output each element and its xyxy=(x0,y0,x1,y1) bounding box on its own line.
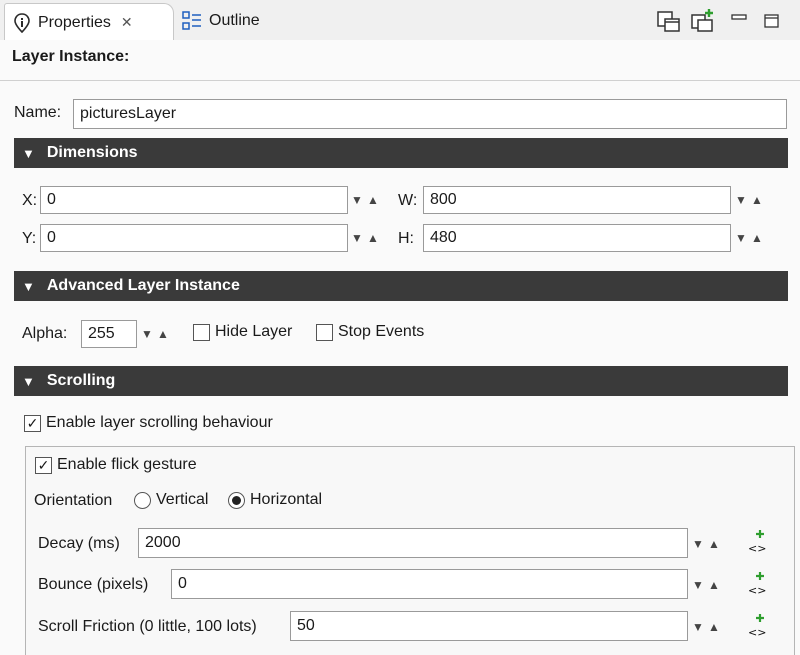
spin-up-icon[interactable]: ▲ xyxy=(706,578,722,592)
checkbox-label: Enable layer scrolling behaviour xyxy=(46,414,273,431)
new-instance-icon[interactable] xyxy=(690,8,716,34)
close-icon[interactable]: ✕ xyxy=(121,14,133,31)
stop-events-checkbox[interactable]: Stop Events xyxy=(316,323,424,341)
add-expression-icon[interactable]: <> xyxy=(746,528,766,556)
h-spinner[interactable]: ▼ ▲ xyxy=(733,224,765,252)
checkbox-box[interactable] xyxy=(193,323,210,341)
spin-up-icon[interactable]: ▲ xyxy=(365,193,381,207)
checkbox-label: Hide Layer xyxy=(215,323,293,340)
spin-up-icon[interactable]: ▲ xyxy=(749,193,765,207)
h-label: H: xyxy=(398,230,414,247)
checkbox-label: Enable flick gesture xyxy=(57,456,197,473)
properties-icon xyxy=(14,12,30,33)
name-label: Name: xyxy=(14,104,62,121)
section-scrolling[interactable]: ▼ Scrolling xyxy=(14,366,788,396)
spin-up-icon[interactable]: ▲ xyxy=(706,537,722,551)
radio-button[interactable] xyxy=(134,491,151,509)
spin-down-icon[interactable]: ▼ xyxy=(690,620,706,634)
section-advanced-layer-instance[interactable]: ▼ Advanced Layer Instance xyxy=(14,271,788,301)
decay-label: Decay (ms) xyxy=(38,535,120,552)
x-input[interactable]: 0 xyxy=(40,186,348,214)
friction-label: Scroll Friction (0 little, 100 lots) xyxy=(38,618,257,635)
page-title: Layer Instance: xyxy=(12,48,130,65)
spin-down-icon[interactable]: ▼ xyxy=(733,193,749,207)
add-expression-icon[interactable]: <> xyxy=(746,612,766,640)
spin-down-icon[interactable]: ▼ xyxy=(733,231,749,245)
enable-scrolling-checkbox[interactable]: ✓ Enable layer scrolling behaviour xyxy=(24,414,273,432)
y-label: Y: xyxy=(22,230,37,247)
checkbox-box[interactable] xyxy=(316,323,333,341)
enable-flick-checkbox[interactable]: ✓ Enable flick gesture xyxy=(35,456,197,474)
minimize-icon[interactable] xyxy=(728,8,754,34)
radio-label: Vertical xyxy=(156,491,209,508)
friction-spinner[interactable]: ▼ ▲ xyxy=(690,613,722,641)
collapse-triangle-icon: ▼ xyxy=(22,278,35,294)
spin-up-icon[interactable]: ▲ xyxy=(155,327,171,341)
spin-down-icon[interactable]: ▼ xyxy=(139,327,155,341)
tab-label: Outline xyxy=(209,12,260,29)
add-expression-icon[interactable]: <> xyxy=(746,570,766,598)
w-spinner[interactable]: ▼ ▲ xyxy=(733,186,765,214)
alpha-spinner[interactable]: ▼ ▲ xyxy=(139,320,171,348)
collapse-triangle-icon: ▼ xyxy=(22,373,35,389)
hide-layer-checkbox[interactable]: Hide Layer xyxy=(193,323,292,341)
x-spinner[interactable]: ▼ ▲ xyxy=(349,186,381,214)
svg-text:<>: <> xyxy=(748,626,766,639)
alpha-input[interactable]: 255 xyxy=(81,320,137,348)
spin-up-icon[interactable]: ▲ xyxy=(706,620,722,634)
orientation-horizontal-radio[interactable]: Horizontal xyxy=(228,491,322,509)
radio-button-selected[interactable] xyxy=(228,491,245,509)
spin-down-icon[interactable]: ▼ xyxy=(349,193,365,207)
h-input[interactable]: 480 xyxy=(423,224,731,252)
section-title: Dimensions xyxy=(46,144,138,161)
tab-outline[interactable]: Outline xyxy=(176,3,276,39)
svg-text:<>: <> xyxy=(748,584,766,597)
maximize-icon[interactable] xyxy=(760,8,786,34)
decay-input[interactable]: 2000 xyxy=(138,528,688,558)
spin-up-icon[interactable]: ▲ xyxy=(749,231,765,245)
checkmark-icon[interactable]: ✓ xyxy=(24,414,41,432)
spin-up-icon[interactable]: ▲ xyxy=(365,231,381,245)
collapse-triangle-icon: ▼ xyxy=(22,145,35,161)
decay-spinner[interactable]: ▼ ▲ xyxy=(690,530,722,558)
checkmark-icon[interactable]: ✓ xyxy=(35,456,52,474)
checkbox-label: Stop Events xyxy=(338,323,425,340)
outline-icon xyxy=(182,11,201,30)
orientation-vertical-radio[interactable]: Vertical xyxy=(134,491,208,509)
alpha-label: Alpha: xyxy=(22,325,68,342)
w-input[interactable]: 800 xyxy=(423,186,731,214)
new-view-icon[interactable] xyxy=(656,8,682,34)
tab-properties[interactable]: Properties ✕ xyxy=(4,3,174,41)
divider xyxy=(0,80,800,81)
x-label: X: xyxy=(22,192,38,209)
bounce-label: Bounce (pixels) xyxy=(38,576,149,593)
section-title: Scrolling xyxy=(46,372,116,389)
section-dimensions[interactable]: ▼ Dimensions xyxy=(14,138,788,168)
view-tab-bar: Properties ✕ Outline xyxy=(0,0,800,41)
friction-input[interactable]: 50 xyxy=(290,611,688,641)
radio-label: Horizontal xyxy=(250,491,323,508)
name-input[interactable]: picturesLayer xyxy=(73,99,787,129)
spin-down-icon[interactable]: ▼ xyxy=(690,537,706,551)
y-input[interactable]: 0 xyxy=(40,224,348,252)
section-title: Advanced Layer Instance xyxy=(46,277,240,294)
spin-down-icon[interactable]: ▼ xyxy=(690,578,706,592)
w-label: W: xyxy=(398,192,418,209)
y-spinner[interactable]: ▼ ▲ xyxy=(349,224,381,252)
orientation-label: Orientation xyxy=(34,492,113,509)
spin-down-icon[interactable]: ▼ xyxy=(349,231,365,245)
bounce-input[interactable]: 0 xyxy=(171,569,688,599)
tab-label: Properties xyxy=(38,13,111,31)
bounce-spinner[interactable]: ▼ ▲ xyxy=(690,571,722,599)
svg-text:<>: <> xyxy=(748,542,766,555)
